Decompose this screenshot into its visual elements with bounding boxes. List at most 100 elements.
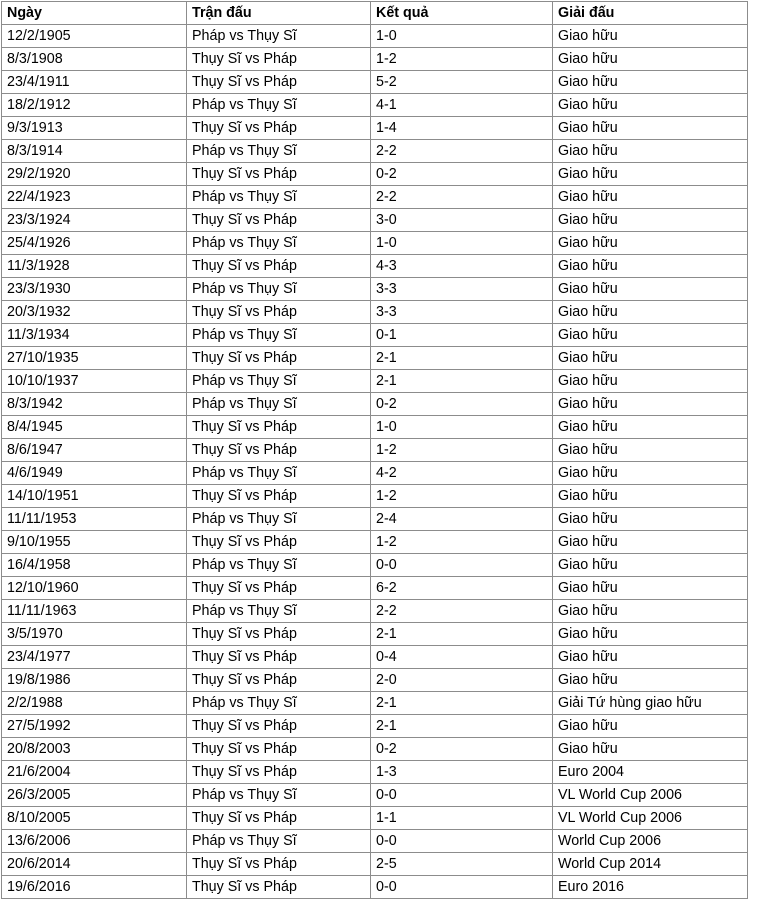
cell-result: 2-2 xyxy=(370,599,553,623)
cell-result: 1-2 xyxy=(370,47,553,71)
cell-date: 8/4/1945 xyxy=(1,415,187,439)
cell-result: 4-2 xyxy=(370,461,553,485)
cell-comp: Giao hữu xyxy=(552,231,748,255)
table-row: 19/6/2016 Thụy Sĩ vs Pháp 0-0 Euro 2016 xyxy=(1,875,748,899)
table-row: 8/3/1942 Pháp vs Thụy Sĩ 0-2 Giao hữu xyxy=(1,392,748,416)
cell-comp: Giao hữu xyxy=(552,553,748,577)
cell-match: Thụy Sĩ vs Pháp xyxy=(186,70,371,94)
cell-result: 2-1 xyxy=(370,369,553,393)
cell-date: 13/6/2006 xyxy=(1,829,187,853)
cell-comp: VL World Cup 2006 xyxy=(552,783,748,807)
cell-result: 2-2 xyxy=(370,185,553,209)
match-history-table: Ngày Trận đấu Kết quả Giải đấu 12/2/1905… xyxy=(1,1,748,899)
cell-comp: World Cup 2014 xyxy=(552,852,748,876)
cell-date: 8/3/1908 xyxy=(1,47,187,71)
cell-match: Thụy Sĩ vs Pháp xyxy=(186,806,371,830)
cell-comp: Euro 2004 xyxy=(552,760,748,784)
cell-date: 14/10/1951 xyxy=(1,484,187,508)
cell-comp: VL World Cup 2006 xyxy=(552,806,748,830)
table-row: 27/10/1935 Thụy Sĩ vs Pháp 2-1 Giao hữu xyxy=(1,346,748,370)
table-body: 12/2/1905 Pháp vs Thụy Sĩ 1-0 Giao hữu 8/3/1… xyxy=(1,24,748,899)
cell-match: Pháp vs Thụy Sĩ xyxy=(186,24,371,48)
cell-date: 9/10/1955 xyxy=(1,530,187,554)
cell-comp: Giao hữu xyxy=(552,254,748,278)
table-row: 11/3/1934 Pháp vs Thụy Sĩ 0-1 Giao hữu xyxy=(1,323,748,347)
column-header-match: Trận đấu xyxy=(186,1,371,25)
cell-date: 22/4/1923 xyxy=(1,185,187,209)
cell-date: 12/2/1905 xyxy=(1,24,187,48)
cell-date: 27/5/1992 xyxy=(1,714,187,738)
cell-comp: Giao hữu xyxy=(552,47,748,71)
cell-result: 2-2 xyxy=(370,139,553,163)
column-header-date: Ngày xyxy=(1,1,187,25)
cell-comp: Giao hữu xyxy=(552,208,748,232)
table-row: 21/6/2004 Thụy Sĩ vs Pháp 1-3 Euro 2004 xyxy=(1,760,748,784)
cell-result: 2-1 xyxy=(370,714,553,738)
table-row: 9/3/1913 Thụy Sĩ vs Pháp 1-4 Giao hữu xyxy=(1,116,748,140)
cell-result: 0-2 xyxy=(370,737,553,761)
cell-match: Thụy Sĩ vs Pháp xyxy=(186,484,371,508)
cell-match: Pháp vs Thụy Sĩ xyxy=(186,783,371,807)
cell-match: Pháp vs Thụy Sĩ xyxy=(186,553,371,577)
cell-result: 1-0 xyxy=(370,231,553,255)
table-row: 23/4/1977 Thụy Sĩ vs Pháp 0-4 Giao hữu xyxy=(1,645,748,669)
cell-comp: Giao hữu xyxy=(552,323,748,347)
cell-match: Pháp vs Thụy Sĩ xyxy=(186,231,371,255)
table-row: 11/11/1953 Pháp vs Thụy Sĩ 2-4 Giao hữu xyxy=(1,507,748,531)
cell-result: 0-0 xyxy=(370,783,553,807)
table-row: 23/3/1924 Thụy Sĩ vs Pháp 3-0 Giao hữu xyxy=(1,208,748,232)
cell-comp: Giao hữu xyxy=(552,438,748,462)
table-row: 22/4/1923 Pháp vs Thụy Sĩ 2-2 Giao hữu xyxy=(1,185,748,209)
cell-comp: Giao hữu xyxy=(552,139,748,163)
table-row: 9/10/1955 Thụy Sĩ vs Pháp 1-2 Giao hữu xyxy=(1,530,748,554)
cell-match: Thụy Sĩ vs Pháp xyxy=(186,438,371,462)
cell-match: Pháp vs Thụy Sĩ xyxy=(186,139,371,163)
cell-match: Pháp vs Thụy Sĩ xyxy=(186,392,371,416)
table-row: 18/2/1912 Pháp vs Thụy Sĩ 4-1 Giao hữu xyxy=(1,93,748,117)
cell-comp: Giao hữu xyxy=(552,737,748,761)
cell-result: 4-1 xyxy=(370,93,553,117)
cell-comp: Giao hữu xyxy=(552,162,748,186)
table-row: 16/4/1958 Pháp vs Thụy Sĩ 0-0 Giao hữu xyxy=(1,553,748,577)
table-row: 23/4/1911 Thụy Sĩ vs Pháp 5-2 Giao hữu xyxy=(1,70,748,94)
cell-match: Thụy Sĩ vs Pháp xyxy=(186,852,371,876)
cell-match: Thụy Sĩ vs Pháp xyxy=(186,875,371,899)
cell-date: 16/4/1958 xyxy=(1,553,187,577)
cell-result: 1-0 xyxy=(370,24,553,48)
table-row: 23/3/1930 Pháp vs Thụy Sĩ 3-3 Giao hữu xyxy=(1,277,748,301)
cell-date: 18/2/1912 xyxy=(1,93,187,117)
cell-result: 0-0 xyxy=(370,829,553,853)
cell-date: 3/5/1970 xyxy=(1,622,187,646)
cell-match: Thụy Sĩ vs Pháp xyxy=(186,300,371,324)
table-row: 13/6/2006 Pháp vs Thụy Sĩ 0-0 World Cup 200… xyxy=(1,829,748,853)
cell-result: 1-2 xyxy=(370,484,553,508)
cell-date: 8/3/1914 xyxy=(1,139,187,163)
cell-result: 3-3 xyxy=(370,277,553,301)
cell-date: 11/3/1934 xyxy=(1,323,187,347)
cell-result: 2-1 xyxy=(370,691,553,715)
cell-result: 0-2 xyxy=(370,162,553,186)
cell-match: Pháp vs Thụy Sĩ xyxy=(186,369,371,393)
cell-result: 2-1 xyxy=(370,346,553,370)
cell-date: 12/10/1960 xyxy=(1,576,187,600)
cell-date: 9/3/1913 xyxy=(1,116,187,140)
cell-result: 0-0 xyxy=(370,553,553,577)
cell-match: Pháp vs Thụy Sĩ xyxy=(186,93,371,117)
cell-comp: Giao hữu xyxy=(552,116,748,140)
cell-comp: Giao hữu xyxy=(552,24,748,48)
cell-date: 25/4/1926 xyxy=(1,231,187,255)
cell-comp: Giao hữu xyxy=(552,300,748,324)
match-history-table-container: Ngày Trận đấu Kết quả Giải đấu 12/2/1905… xyxy=(0,1,760,899)
table-row: 10/10/1937 Pháp vs Thụy Sĩ 2-1 Giao hữu xyxy=(1,369,748,393)
cell-match: Thụy Sĩ vs Pháp xyxy=(186,530,371,554)
table-header-row: Ngày Trận đấu Kết quả Giải đấu xyxy=(1,1,748,25)
cell-result: 2-4 xyxy=(370,507,553,531)
cell-date: 2/2/1988 xyxy=(1,691,187,715)
cell-date: 8/6/1947 xyxy=(1,438,187,462)
cell-comp: Giải Tứ hùng giao hữu xyxy=(552,691,748,715)
cell-result: 2-1 xyxy=(370,622,553,646)
cell-comp: Giao hữu xyxy=(552,645,748,669)
cell-match: Pháp vs Thụy Sĩ xyxy=(186,507,371,531)
cell-result: 1-1 xyxy=(370,806,553,830)
cell-result: 3-3 xyxy=(370,300,553,324)
